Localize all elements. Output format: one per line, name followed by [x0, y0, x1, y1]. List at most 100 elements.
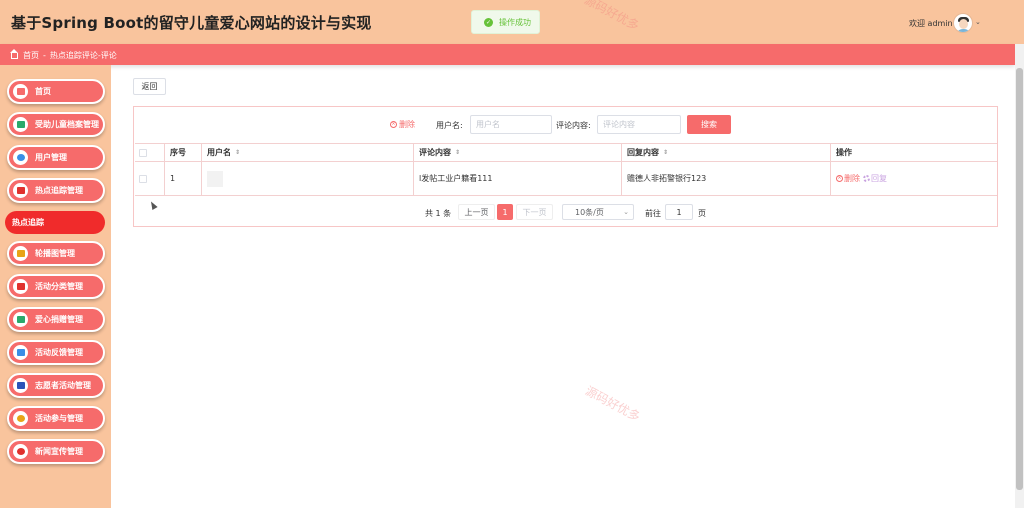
- row-actions: × 删除 回复: [831, 162, 997, 195]
- chevron-down-icon[interactable]: ⌄: [975, 18, 981, 26]
- sidebar-item-label: 爱心捐赠管理: [35, 315, 83, 324]
- row-reply-button[interactable]: 回复: [863, 173, 887, 184]
- sidebar-item-carousel[interactable]: 轮播图管理: [7, 241, 105, 266]
- comment-label: 评论内容:: [556, 121, 591, 130]
- page-suffix: 页: [698, 209, 706, 218]
- select-all-cell: [135, 144, 165, 161]
- row-index: 1: [165, 162, 202, 195]
- page-size-select[interactable]: 10条/页 ⌄: [562, 204, 634, 220]
- sidebar-item-label: 热点追踪: [12, 218, 44, 227]
- sidebar-item-users[interactable]: 用户管理: [7, 145, 105, 170]
- sidebar-item-label: 活动分类管理: [35, 282, 83, 291]
- sidebar-item-label: 受助儿童档案管理: [35, 120, 99, 129]
- sidebar-item-label: 新闻宣传管理: [35, 447, 83, 456]
- column-header-index: 序号: [165, 144, 202, 161]
- prev-page-button[interactable]: 上一页: [458, 204, 495, 220]
- avatar[interactable]: [953, 13, 973, 33]
- sidebar-item-participation[interactable]: 活动参与管理: [7, 406, 105, 431]
- sidebar-item-label: 轮播图管理: [35, 249, 75, 258]
- home-icon: [10, 48, 18, 59]
- welcome-text: 欢迎 admin: [909, 19, 953, 28]
- comment-table: 序号 用户名 ⇕ 评论内容 ⇕ 回复内容 ⇕ 操作 1 l发帖工业户籍看111 赡德人…: [135, 143, 997, 196]
- row-comment: l发帖工业户籍看111: [414, 162, 622, 195]
- participation-icon: [13, 411, 28, 426]
- success-toast: ✓ 操作成功: [471, 10, 540, 34]
- circle-close-icon: ×: [836, 175, 843, 182]
- app-title: 基于Spring Boot的留守儿童爱心网站的设计与实现: [11, 14, 372, 32]
- breadcrumb-home[interactable]: 首页: [23, 50, 39, 61]
- image-icon: [13, 246, 28, 261]
- row-delete-label: 删除: [844, 174, 860, 183]
- sidebar-item-label: 活动反馈管理: [35, 348, 83, 357]
- sidebar-subitem-hotspot[interactable]: 热点追踪: [5, 211, 105, 234]
- sidebar-item-hotspot-management[interactable]: 热点追踪管理: [7, 178, 105, 203]
- column-header-reply[interactable]: 回复内容 ⇕: [622, 144, 831, 161]
- column-header-label: 评论内容: [419, 148, 451, 157]
- sidebar-item-child-records[interactable]: 受助儿童档案管理: [7, 112, 105, 137]
- chevron-down-icon: ⌄: [623, 208, 629, 216]
- sidebar-item-label: 首页: [35, 87, 51, 96]
- scrollbar-thumb[interactable]: [1016, 68, 1023, 490]
- row-reply-label: 回复: [871, 174, 887, 183]
- table-header: 序号 用户名 ⇕ 评论内容 ⇕ 回复内容 ⇕ 操作: [135, 143, 997, 162]
- sidebar-item-label: 活动参与管理: [35, 414, 83, 423]
- feedback-icon: [13, 345, 28, 360]
- comment-input[interactable]: 评论内容: [597, 115, 681, 134]
- table-row[interactable]: 1 l发帖工业户籍看111 赡德人非拓警银行123 × 删除 回复: [135, 162, 997, 196]
- circle-close-icon: ×: [390, 121, 397, 128]
- sidebar-item-home[interactable]: 首页: [7, 79, 105, 104]
- watermark: 源码好优多: [582, 383, 643, 425]
- page-size-value: 10条/页: [575, 207, 604, 217]
- column-header-label: 回复内容: [627, 148, 659, 157]
- column-header-actions: 操作: [831, 144, 997, 161]
- breadcrumb-bar: 首页 - 热点追踪评论-评论: [0, 44, 1015, 65]
- goto-label: 前往: [645, 209, 661, 218]
- column-header-label: 序号: [170, 148, 186, 157]
- comment-panel: × 删除 用户名: 用户名 评论内容: 评论内容 搜索 序号 用户名 ⇕ 评论内容…: [133, 106, 998, 227]
- page-scrollbar[interactable]: [1015, 44, 1024, 508]
- column-header-label: 操作: [836, 148, 852, 157]
- column-header-comment[interactable]: 评论内容 ⇕: [414, 144, 622, 161]
- breadcrumb-separator: -: [43, 51, 46, 60]
- row-reply: 赡德人非拓警银行123: [622, 162, 831, 195]
- row-username: [202, 162, 414, 195]
- column-header-label: 用户名: [207, 148, 231, 157]
- search-button[interactable]: 搜索: [687, 115, 731, 134]
- avatar-body: [956, 29, 971, 32]
- gift-icon: [13, 312, 28, 327]
- row-delete-button[interactable]: × 删除: [836, 173, 860, 184]
- breadcrumb: 首页 - 热点追踪评论-评论: [10, 48, 117, 61]
- batch-delete-label: 删除: [399, 120, 415, 129]
- row-checkbox[interactable]: [139, 174, 147, 183]
- user-icon: [13, 150, 28, 165]
- pagination: 共 1 条 上一页 1 下一页 10条/页 ⌄ 前往 1 页: [134, 203, 997, 223]
- sort-icon[interactable]: ⇕: [663, 149, 668, 156]
- category-icon: [13, 279, 28, 294]
- username-label: 用户名:: [436, 121, 463, 130]
- flame-icon: [13, 183, 28, 198]
- check-circle-icon: ✓: [484, 17, 493, 27]
- sort-icon[interactable]: ⇕: [455, 149, 460, 156]
- breadcrumb-current: 热点追踪评论-评论: [49, 51, 117, 60]
- username-input[interactable]: 用户名: [470, 115, 552, 134]
- column-header-username[interactable]: 用户名 ⇕: [202, 144, 414, 161]
- sidebar-item-feedback[interactable]: 活动反馈管理: [7, 340, 105, 365]
- gear-icon: [863, 175, 870, 182]
- row-select-cell: [135, 162, 165, 195]
- select-all-checkbox[interactable]: [139, 148, 147, 157]
- volunteer-icon: [13, 378, 28, 393]
- next-page-button[interactable]: 下一页: [516, 204, 553, 220]
- sort-icon[interactable]: ⇕: [235, 149, 240, 156]
- sidebar-item-activity-category[interactable]: 活动分类管理: [7, 274, 105, 299]
- sidebar: 首页 受助儿童档案管理 用户管理 热点追踪管理 热点追踪 轮播图管理 活动分类管…: [0, 65, 111, 508]
- pagination-total: 共 1 条: [425, 209, 452, 218]
- sidebar-item-news[interactable]: 新闻宣传管理: [7, 439, 105, 464]
- goto-page-input[interactable]: 1: [665, 204, 693, 220]
- sidebar-item-volunteer[interactable]: 志愿者活动管理: [7, 373, 105, 398]
- news-icon: [13, 444, 28, 459]
- sidebar-item-label: 用户管理: [35, 153, 67, 162]
- page-number-current[interactable]: 1: [497, 204, 513, 220]
- sidebar-item-donation[interactable]: 爱心捐赠管理: [7, 307, 105, 332]
- back-button[interactable]: 返回: [133, 78, 166, 95]
- batch-delete-button[interactable]: × 删除: [390, 119, 415, 130]
